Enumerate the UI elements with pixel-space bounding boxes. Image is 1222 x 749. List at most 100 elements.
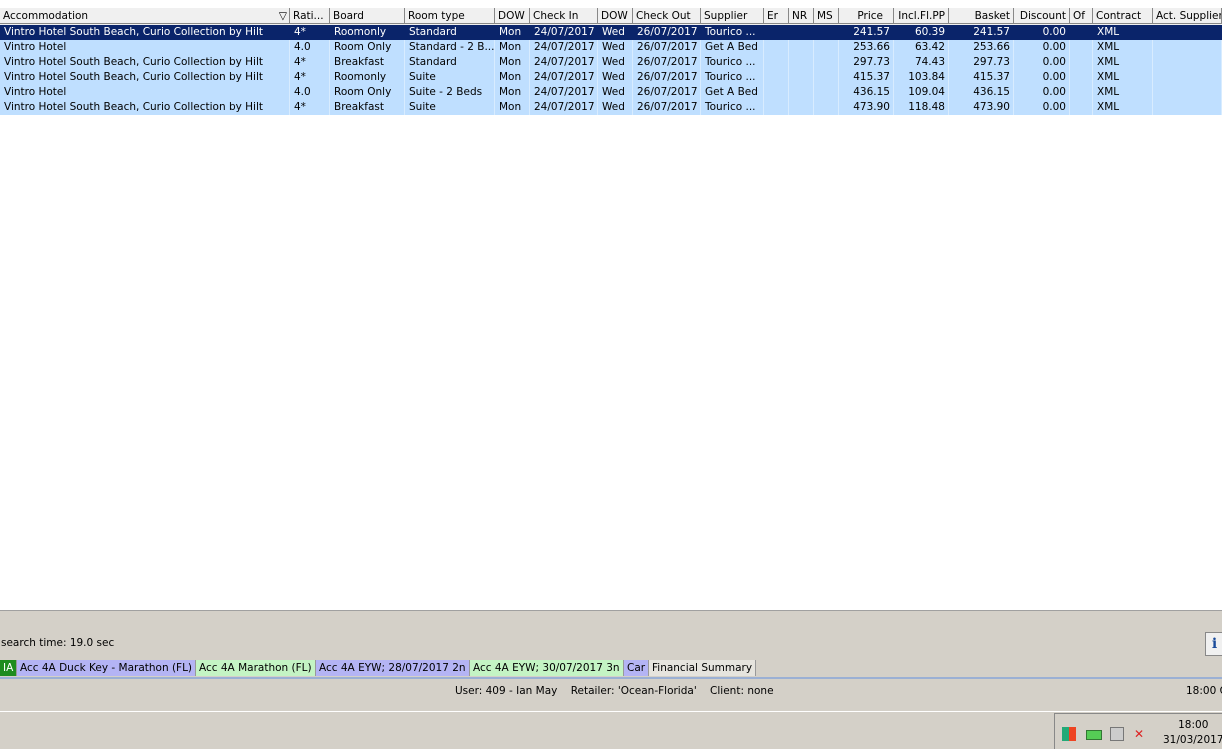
divider xyxy=(0,711,1222,712)
tab[interactable]: Acc 4A EYW; 30/07/2017 3n xyxy=(470,660,624,676)
cell: 26/07/2017 xyxy=(633,25,701,40)
column-header[interactable]: Rati... xyxy=(290,8,330,24)
cell: 4.0 xyxy=(290,85,330,100)
search-time: search time: 19.0 sec xyxy=(1,637,115,649)
network-card-icon[interactable] xyxy=(1086,730,1102,740)
cell: Suite - 2 Beds xyxy=(405,85,495,100)
cell: Tourico ... xyxy=(701,70,764,85)
cell: 103.84 xyxy=(894,70,949,85)
cell: 63.42 xyxy=(894,40,949,55)
cell: Standard - 2 B... xyxy=(405,40,495,55)
cell: Breakfast xyxy=(330,55,405,70)
cell: XML xyxy=(1093,100,1153,115)
cell: 26/07/2017 xyxy=(633,40,701,55)
cell: XML xyxy=(1093,85,1153,100)
cell xyxy=(789,85,814,100)
cell: 24/07/2017 xyxy=(530,100,598,115)
cell xyxy=(764,70,789,85)
cell xyxy=(1070,55,1093,70)
cell: Suite xyxy=(405,70,495,85)
column-header[interactable]: Incl.Fl.PP xyxy=(894,8,949,24)
cell: 0.00 xyxy=(1014,55,1070,70)
cell: 241.57 xyxy=(839,25,894,40)
column-header[interactable]: Contract xyxy=(1093,8,1153,24)
cell: Suite xyxy=(405,100,495,115)
cell: XML xyxy=(1093,25,1153,40)
cell: Wed xyxy=(598,100,633,115)
column-header[interactable]: Check In xyxy=(530,8,598,24)
cell xyxy=(789,100,814,115)
table-row[interactable]: Vintro Hotel South Beach, Curio Collecti… xyxy=(0,55,1222,70)
cell xyxy=(1070,25,1093,40)
column-header[interactable]: MS xyxy=(814,8,839,24)
column-header[interactable]: Supplier xyxy=(701,8,764,24)
column-label: Accommodation xyxy=(3,10,89,22)
tray-time: 18:00 xyxy=(1178,719,1209,731)
cell: 26/07/2017 xyxy=(633,100,701,115)
cell: Standard xyxy=(405,55,495,70)
cell: 24/07/2017 xyxy=(530,55,598,70)
cell: 0.00 xyxy=(1014,40,1070,55)
table-row[interactable]: Vintro Hotel South Beach, Curio Collecti… xyxy=(0,70,1222,85)
cell xyxy=(764,100,789,115)
cell: Mon xyxy=(495,70,530,85)
tab[interactable]: Acc 4A EYW; 28/07/2017 2n xyxy=(316,660,470,676)
cell: Vintro Hotel South Beach, Curio Collecti… xyxy=(0,100,290,115)
table-row[interactable]: Vintro Hotel South Beach, Curio Collecti… xyxy=(0,25,1222,40)
system-tray: ✕ 18:00 31/03/2017 xyxy=(1054,713,1222,749)
cell: 24/07/2017 xyxy=(530,70,598,85)
table-row[interactable]: Vintro Hotel 4.0 Room Only Standard - 2 B..… xyxy=(0,40,1222,55)
cell: Get A Bed xyxy=(701,85,764,100)
tab[interactable]: Acc 4A Marathon (FL) xyxy=(196,660,316,676)
tray-clock[interactable]: 18:00 31/03/2017 xyxy=(1163,718,1222,748)
cell: Mon xyxy=(495,55,530,70)
column-header[interactable]: Basket xyxy=(949,8,1014,24)
cell: Room Only xyxy=(330,85,405,100)
cell: 4* xyxy=(290,70,330,85)
cell: Breakfast xyxy=(330,100,405,115)
tab[interactable]: Financial Summary xyxy=(649,660,757,676)
cell xyxy=(814,85,839,100)
cell: 436.15 xyxy=(839,85,894,100)
cell: Tourico ... xyxy=(701,100,764,115)
column-header[interactable]: Act. Supplier xyxy=(1153,8,1222,24)
tab[interactable]: Acc 4A Duck Key - Marathon (FL) xyxy=(17,660,197,676)
cell: Wed xyxy=(598,85,633,100)
filter-icon[interactable]: ▽ xyxy=(279,8,287,23)
avg-icon[interactable] xyxy=(1062,727,1076,741)
cell xyxy=(1153,85,1222,100)
cell: Mon xyxy=(495,25,530,40)
column-header[interactable]: NR xyxy=(789,8,814,24)
table-row[interactable]: Vintro Hotel South Beach, Curio Collecti… xyxy=(0,100,1222,115)
column-header[interactable]: ▽ Accommodation xyxy=(0,8,290,24)
cell: Standard xyxy=(405,25,495,40)
cell: Mon xyxy=(495,40,530,55)
volume-muted-icon[interactable]: ✕ xyxy=(1134,727,1148,741)
results-grid[interactable]: ▽ Accommodation Rati... Board Room type DOW Ch… xyxy=(0,0,1222,611)
cell: XML xyxy=(1093,70,1153,85)
column-header[interactable]: Discount xyxy=(1014,8,1070,24)
info-button[interactable]: i xyxy=(1205,632,1222,656)
cell xyxy=(814,55,839,70)
cell: 0.00 xyxy=(1014,70,1070,85)
column-header[interactable]: Board xyxy=(330,8,405,24)
column-header[interactable]: Check Out xyxy=(633,8,701,24)
cell xyxy=(814,100,839,115)
network-icon[interactable] xyxy=(1110,727,1124,741)
column-header[interactable]: DOW xyxy=(495,8,530,24)
column-header[interactable]: Er xyxy=(764,8,789,24)
cell: 24/07/2017 xyxy=(530,85,598,100)
cell xyxy=(764,85,789,100)
column-header[interactable]: Of xyxy=(1070,8,1093,24)
column-header[interactable]: DOW xyxy=(598,8,633,24)
cell: Wed xyxy=(598,25,633,40)
cell: 26/07/2017 xyxy=(633,85,701,100)
tab[interactable]: Car xyxy=(624,660,650,676)
cell xyxy=(1070,100,1093,115)
column-header[interactable]: Room type xyxy=(405,8,495,24)
cell: 0.00 xyxy=(1014,25,1070,40)
tab[interactable]: IA xyxy=(0,660,18,676)
cell: Vintro Hotel South Beach, Curio Collecti… xyxy=(0,70,290,85)
column-header[interactable]: Price xyxy=(839,8,894,24)
table-row[interactable]: Vintro Hotel 4.0 Room Only Suite - 2 Beds Mo… xyxy=(0,85,1222,100)
